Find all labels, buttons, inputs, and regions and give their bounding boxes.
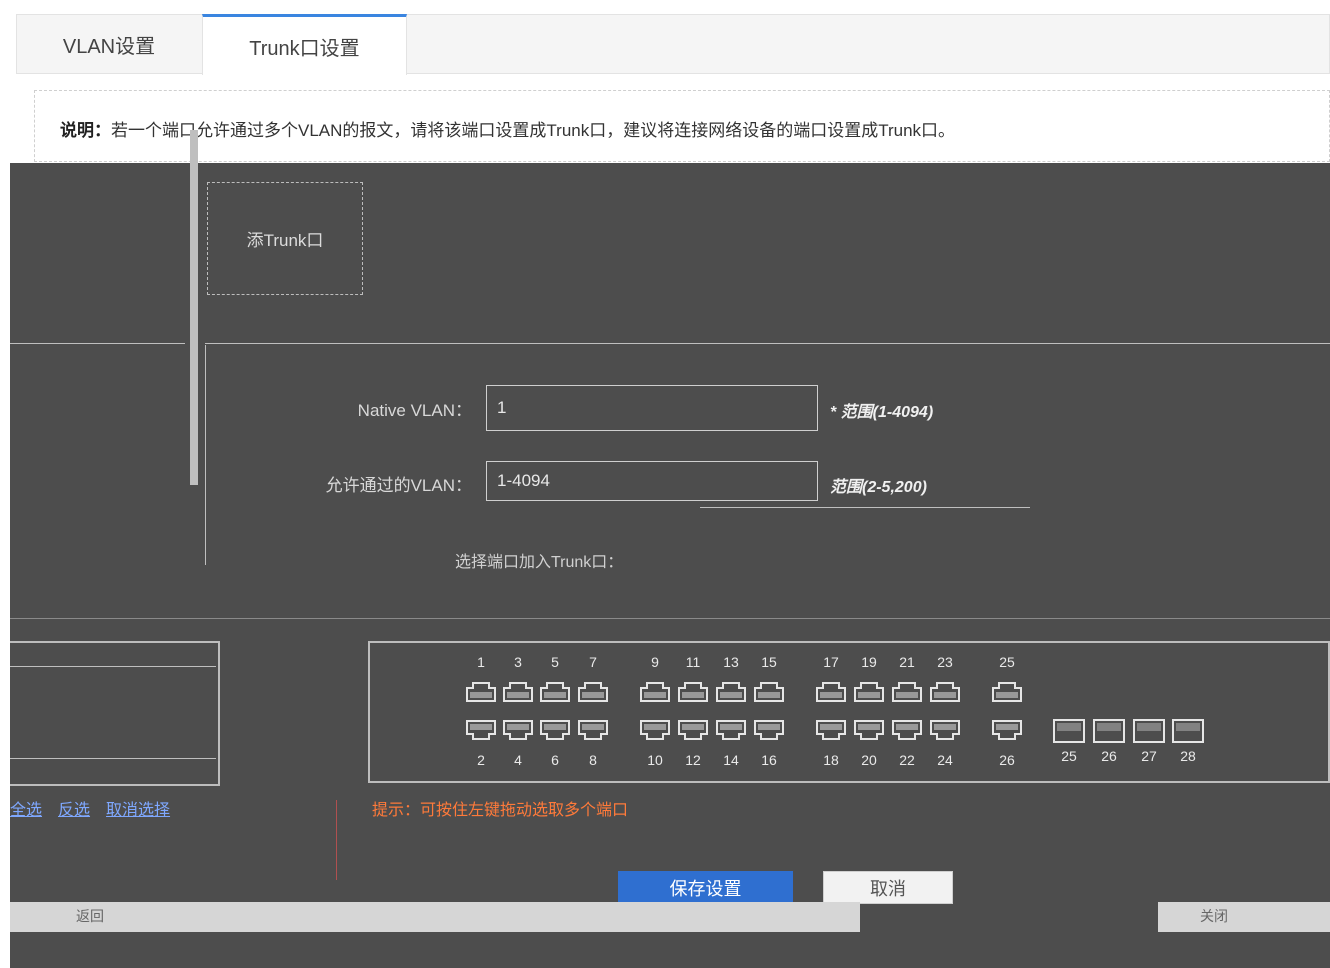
port-number-bottom: 2 [477, 752, 485, 768]
ethernet-port-icon[interactable] [754, 680, 784, 702]
select-all-link[interactable]: 全选 [10, 796, 42, 820]
ethernet-port-icon[interactable] [992, 720, 1022, 742]
port-number-top: 17 [823, 654, 839, 670]
port-number-bottom: 6 [551, 752, 559, 768]
ethernet-port-icon[interactable] [816, 720, 846, 742]
ethernet-port-icon[interactable] [716, 720, 746, 742]
port-number-top: 3 [514, 654, 522, 670]
divider-vertical [205, 345, 206, 565]
port-number-bottom: 18 [823, 752, 839, 768]
port-number-top: 1 [477, 654, 485, 670]
port-number-bottom: 10 [647, 752, 663, 768]
allowed-vlan-hint: 范围(2-5,200) [830, 479, 927, 496]
native-vlan-hint: * 范围(1-4094) [830, 404, 934, 421]
list-footer-line [10, 758, 216, 759]
port-number-top: 19 [861, 654, 877, 670]
ethernet-port-icon[interactable] [992, 680, 1022, 702]
drag-select-tip: 提示：可按住左键拖动选取多个端口 [372, 802, 629, 819]
ethernet-port-icon[interactable] [578, 720, 608, 742]
port-number-top: 5 [551, 654, 559, 670]
port-number-bottom: 24 [937, 752, 953, 768]
ethernet-port-icon[interactable] [892, 720, 922, 742]
select-ports-label: 选择端口加入Trunk口： [455, 554, 624, 571]
ethernet-port-icon[interactable] [930, 720, 960, 742]
section-divider [10, 618, 1330, 619]
port-number-top: 25 [999, 654, 1015, 670]
ethernet-port-icon[interactable] [540, 720, 570, 742]
close-link[interactable]: 关闭 [1200, 906, 1228, 926]
port-number-top: 21 [899, 654, 915, 670]
allowed-vlan-label: 允许通过的VLAN： [325, 476, 472, 495]
port-number-bottom: 8 [589, 752, 597, 768]
native-vlan-label: Native VLAN： [357, 401, 472, 420]
add-trunk-button[interactable]: 添Trunk口 [207, 182, 363, 295]
port-number-top: 15 [761, 654, 777, 670]
footer-bar-left [10, 902, 860, 932]
ethernet-port-icon[interactable] [540, 680, 570, 702]
sfp-port-number: 26 [1101, 748, 1117, 764]
allowed-vlan-input[interactable] [486, 461, 818, 501]
tab-vlan-settings[interactable]: VLAN设置 [16, 14, 202, 74]
sfp-port-icon[interactable] [1133, 719, 1165, 743]
allowed-vlan-underline [700, 507, 1030, 508]
ethernet-port-icon[interactable] [466, 680, 496, 702]
ethernet-port-icon[interactable] [854, 680, 884, 702]
ethernet-port-icon[interactable] [678, 720, 708, 742]
divider-right [205, 343, 1330, 344]
port-number-top: 11 [685, 654, 701, 670]
ethernet-port-icon[interactable] [716, 680, 746, 702]
add-trunk-label: 添Trunk口 [246, 231, 324, 250]
sfp-port-number: 28 [1180, 748, 1196, 764]
clear-selection-link[interactable]: 取消选择 [106, 796, 170, 820]
port-number-top: 9 [651, 654, 659, 670]
sfp-port-icon[interactable] [1172, 719, 1204, 743]
description-prefix: 说明： [60, 121, 111, 140]
ethernet-port-icon[interactable] [754, 720, 784, 742]
footer-overlay [10, 932, 1330, 968]
invert-selection-link[interactable]: 反选 [58, 796, 90, 820]
ethernet-port-icon[interactable] [466, 720, 496, 742]
port-number-bottom: 4 [514, 752, 522, 768]
ethernet-port-icon[interactable] [578, 680, 608, 702]
port-number-bottom: 22 [899, 752, 915, 768]
ethernet-port-icon[interactable] [503, 680, 533, 702]
sfp-port-icon[interactable] [1053, 719, 1085, 743]
port-number-bottom: 16 [761, 752, 777, 768]
port-number-bottom: 14 [723, 752, 739, 768]
sfp-port-icon[interactable] [1093, 719, 1125, 743]
trunk-group-list [10, 641, 220, 786]
tab-trunk-settings[interactable]: Trunk口设置 [202, 14, 407, 75]
ethernet-port-icon[interactable] [930, 680, 960, 702]
footer-bar-right [1158, 902, 1330, 932]
port-number-top: 13 [723, 654, 739, 670]
ethernet-port-icon[interactable] [640, 680, 670, 702]
selection-tools: 全选 反选 取消选择 [10, 796, 170, 820]
sfp-port-number: 27 [1141, 748, 1157, 764]
port-number-bottom: 12 [685, 752, 701, 768]
divider-red [336, 800, 337, 880]
divider-left [10, 343, 185, 344]
port-number-top: 23 [937, 654, 953, 670]
port-number-bottom: 20 [861, 752, 877, 768]
port-number-top: 7 [589, 654, 597, 670]
ethernet-port-icon[interactable] [892, 680, 922, 702]
ethernet-port-icon[interactable] [640, 720, 670, 742]
save-button[interactable]: 保存设置 [618, 871, 793, 904]
native-vlan-input[interactable] [486, 385, 818, 431]
description-body: 若一个端口允许通过多个VLAN的报文，请将该端口设置成Trunk口，建议将连接网… [111, 121, 956, 140]
ethernet-port-icon[interactable] [678, 680, 708, 702]
sfp-port-number: 25 [1061, 748, 1077, 764]
trunk-list-scrollbar[interactable] [190, 130, 198, 485]
back-link[interactable]: 返回 [76, 906, 104, 926]
ethernet-port-icon[interactable] [854, 720, 884, 742]
ethernet-port-icon[interactable] [503, 720, 533, 742]
ethernet-port-icon[interactable] [816, 680, 846, 702]
list-header-line [10, 666, 216, 667]
cancel-button[interactable]: 取消 [823, 871, 953, 904]
port-number-bottom: 26 [999, 752, 1015, 768]
